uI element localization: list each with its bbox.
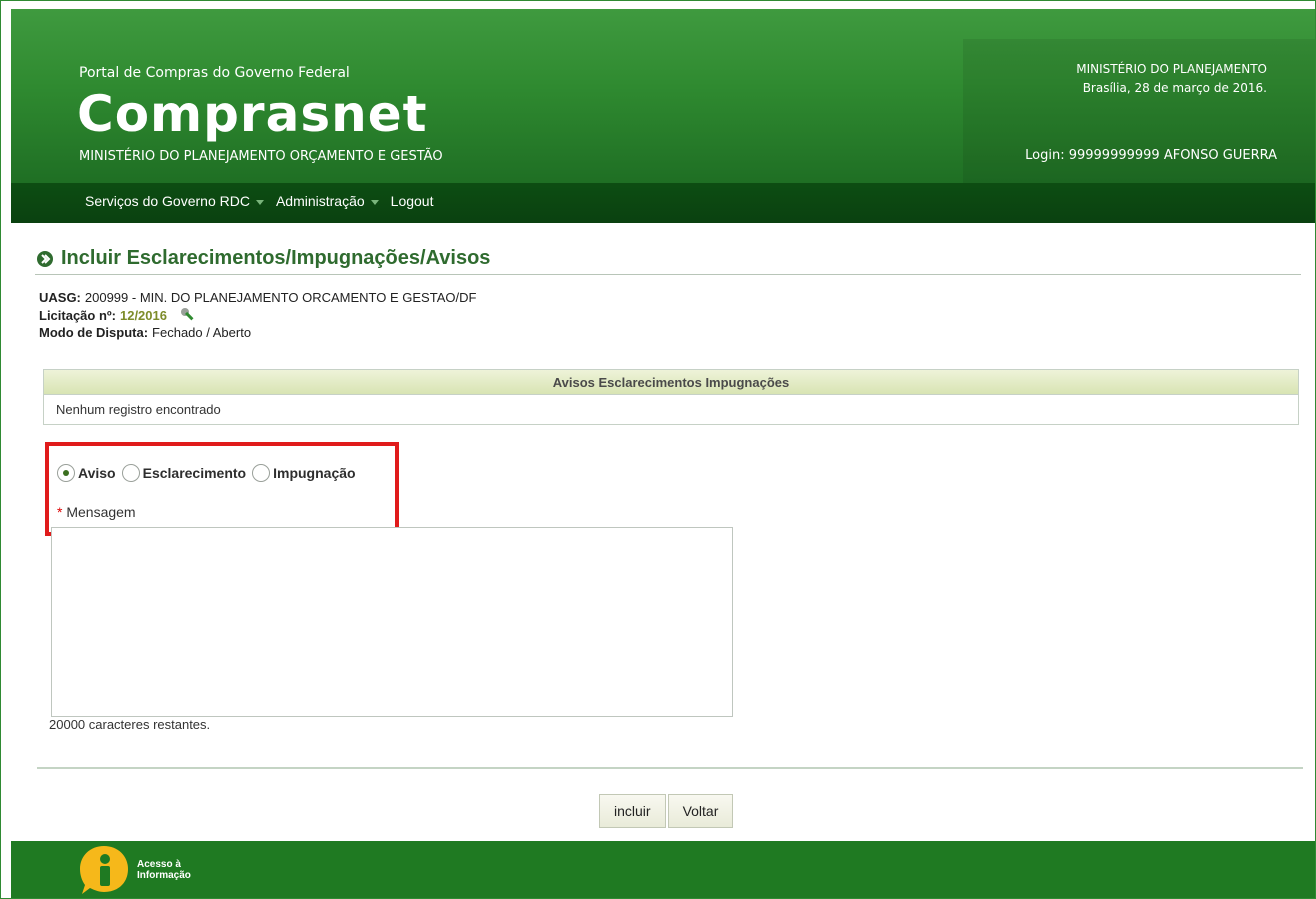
nav-item-label: Logout [390, 193, 434, 209]
nav-item-administracao[interactable]: Administração [276, 193, 379, 209]
page-title-text: Incluir Esclarecimentos/Impugnações/Avis… [61, 247, 491, 269]
nav-item-logout[interactable]: Logout [391, 193, 434, 209]
portal-line: Portal de Compras do Governo Federal [79, 65, 350, 81]
records-table: Avisos Esclarecimentos Impugnações Nenhu… [43, 369, 1299, 425]
licitacao-value[interactable]: 12/2016 [120, 307, 167, 324]
radio-option-esclarecimento[interactable]: Esclarecimento [121, 464, 247, 482]
footer-logo-text: Acesso à Informação [137, 859, 227, 881]
divider [37, 767, 1303, 769]
acesso-informacao-logo[interactable]: Acesso à Informação [77, 843, 227, 897]
message-textarea[interactable] [51, 527, 733, 717]
wrench-icon[interactable] [179, 306, 197, 324]
radio-label: Aviso [78, 465, 116, 481]
page-frame: Portal de Compras do Governo Federal Com… [0, 0, 1316, 899]
radio-button[interactable] [57, 464, 75, 482]
nav-item-label: Administração [275, 193, 365, 209]
table-header: Avisos Esclarecimentos Impugnações [44, 370, 1298, 395]
info-icon [80, 846, 128, 894]
button-row: incluir Voltar [599, 794, 734, 828]
chevron-down-icon [255, 199, 264, 205]
radio-dot-icon [63, 470, 69, 476]
radio-option-impugnacao[interactable]: Impugnação [252, 464, 356, 482]
nav-item-servicos[interactable]: Serviços do Governo RDC [85, 193, 264, 209]
footer-logo-line2: Informação [137, 870, 191, 881]
uasg-label: UASG: [39, 290, 81, 305]
brand-logo[interactable]: Comprasnet [77, 85, 428, 143]
navbar: Serviços do Governo RDC Administração Lo… [11, 183, 1315, 223]
licitacao-row: Licitação nº: 12/2016 [39, 306, 476, 324]
type-radio-group: Aviso Esclarecimento Impugnação [57, 464, 362, 482]
modo-row: Modo de Disputa: Fechado / Aberto [39, 324, 476, 341]
footer: Acesso à Informação [11, 841, 1315, 898]
chars-remaining: 20000 caracteres restantes. [49, 717, 211, 732]
required-mark: * [57, 504, 63, 520]
include-button[interactable]: incluir [599, 794, 666, 828]
uasg-value: 200999 - MIN. DO PLANEJAMENTO ORCAMENTO … [84, 290, 477, 305]
radio-label: Esclarecimento [142, 465, 247, 481]
message-label-text: Mensagem [66, 504, 136, 520]
login-info: Login: 99999999999 AFONSO GUERRA [1025, 148, 1277, 163]
table-empty-message: Nenhum registro encontrado [56, 401, 221, 417]
radio-button[interactable] [252, 464, 271, 482]
current-date: Brasília, 28 de março de 2016. [1082, 81, 1267, 95]
header: Portal de Compras do Governo Federal Com… [11, 9, 1315, 191]
nav-items: Serviços do Governo RDC Administração Lo… [85, 193, 433, 209]
info-block: UASG: 200999 - MIN. DO PLANEJAMENTO ORCA… [39, 289, 476, 341]
uasg-row: UASG: 200999 - MIN. DO PLANEJAMENTO ORCA… [39, 289, 476, 306]
licitacao-label: Licitação nº: [39, 307, 116, 323]
chevron-down-icon [370, 199, 379, 205]
ministry-subtitle: MINISTÉRIO DO PLANEJAMENTO ORÇAMENTO E G… [79, 149, 443, 164]
page-title-wrap: Incluir Esclarecimentos/Impugnações/Avis… [35, 247, 1301, 275]
radio-option-aviso[interactable]: Aviso [57, 464, 116, 482]
modo-value: Fechado / Aberto [152, 325, 252, 340]
arrow-right-icon [35, 249, 55, 269]
radio-label: Impugnação [273, 465, 356, 481]
back-button[interactable]: Voltar [667, 794, 734, 828]
ministry-name: MINISTÉRIO DO PLANEJAMENTO [1076, 62, 1267, 76]
highlight-box: Aviso Esclarecimento Impugnação * Mensag… [45, 442, 399, 536]
radio-button[interactable] [121, 464, 140, 482]
modo-label: Modo de Disputa: [39, 325, 149, 340]
nav-item-label: Serviços do Governo RDC [85, 193, 250, 209]
message-label: * Mensagem [57, 504, 136, 520]
page-title: Incluir Esclarecimentos/Impugnações/Avis… [35, 247, 1301, 270]
footer-logo-line1: Acesso à [137, 859, 181, 870]
